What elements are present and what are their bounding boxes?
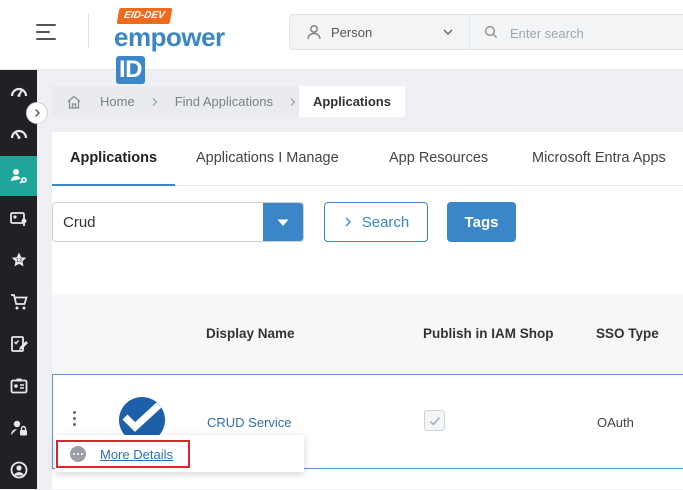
- rail-item-security[interactable]: [0, 408, 37, 448]
- rail-item-profile[interactable]: [0, 450, 37, 490]
- header-divider: [88, 14, 89, 48]
- logo-id-mark: ID: [116, 56, 145, 84]
- user-lock-icon: [10, 420, 27, 436]
- table-header: Display Name Publish in IAM Shop SSO Typ…: [52, 294, 683, 374]
- search-icon: [485, 26, 498, 39]
- breadcrumb: Home Find Applications Applications: [52, 86, 405, 117]
- row-action-menu: More Details: [55, 435, 304, 472]
- rail-item-tasks[interactable]: [0, 324, 37, 364]
- global-search: [469, 14, 683, 50]
- tab-app-resources[interactable]: App Resources: [389, 132, 488, 186]
- tab-applications[interactable]: Applications: [52, 132, 176, 186]
- chevron-right-icon: [35, 109, 40, 117]
- chevron-right-icon: [152, 97, 158, 106]
- dashboard-alt-icon: [10, 129, 27, 139]
- id-card-icon: [10, 378, 27, 394]
- dashboard-icon: [10, 87, 27, 97]
- tab-microsoft-entra-apps[interactable]: Microsoft Entra Apps: [532, 132, 666, 186]
- top-header: EID-DEV empowerID Person: [0, 0, 683, 84]
- home-icon[interactable]: [66, 94, 82, 110]
- chevron-right-icon: [345, 217, 351, 227]
- filter-dropdown-button[interactable]: [263, 203, 303, 241]
- caret-down-icon: [277, 219, 289, 226]
- row-actions-kebab-icon[interactable]: [73, 411, 77, 427]
- app-logo[interactable]: EID-DEV empowerID: [114, 8, 254, 84]
- checklist-edit-icon: [10, 336, 28, 352]
- person-select-value: Person: [331, 25, 373, 40]
- filter-combobox-input[interactable]: [63, 212, 253, 232]
- rail-item-access-keys[interactable]: [0, 198, 37, 238]
- left-nav-rail: 13: [0, 70, 37, 489]
- breadcrumb-current: Applications: [298, 86, 405, 117]
- user-circle-icon: [10, 461, 27, 479]
- publish-in-iam-shop-checkbox: [424, 410, 445, 431]
- rail-expand-button[interactable]: [26, 102, 48, 124]
- column-header-sso-type[interactable]: SSO Type: [596, 326, 659, 341]
- breadcrumb-find-applications[interactable]: Find Applications: [175, 94, 273, 109]
- filter-combobox: [52, 202, 304, 242]
- svg-text:13: 13: [16, 258, 22, 264]
- rail-item-favorites[interactable]: 13: [0, 240, 37, 280]
- star-badge-icon: 13: [11, 252, 26, 267]
- sso-type-value: OAuth: [597, 415, 634, 430]
- search-button-label: Search: [361, 213, 410, 231]
- rail-item-applications[interactable]: [0, 156, 37, 196]
- cart-icon: [10, 294, 28, 310]
- id-card-key-icon: [9, 212, 26, 226]
- chevron-down-icon: [443, 29, 453, 35]
- person-type-select[interactable]: Person: [289, 14, 469, 50]
- logo-text: empower: [114, 22, 225, 52]
- tab-applications-i-manage[interactable]: Applications I Manage: [196, 132, 339, 186]
- column-header-display-name[interactable]: Display Name: [206, 326, 295, 341]
- tab-bar: Applications Applications I Manage App R…: [52, 132, 683, 186]
- hamburger-menu-icon[interactable]: [36, 24, 58, 42]
- rail-item-shop[interactable]: [0, 282, 37, 322]
- menu-item-more-details[interactable]: More Details: [56, 440, 190, 468]
- more-dots-icon: [70, 446, 86, 462]
- user-connect-icon: [10, 169, 27, 184]
- more-details-link[interactable]: More Details: [100, 447, 173, 462]
- person-icon: [307, 25, 321, 40]
- search-button[interactable]: Search: [324, 202, 428, 242]
- chevron-right-icon: [290, 97, 296, 106]
- global-search-input[interactable]: [510, 23, 670, 43]
- column-header-publish-in-iam-shop[interactable]: Publish in IAM Shop: [423, 326, 554, 341]
- rail-item-identity[interactable]: [0, 366, 37, 406]
- breadcrumb-home[interactable]: Home: [100, 94, 135, 109]
- checkmark-icon: [429, 416, 440, 426]
- logo-wordmark: empower ID: [114, 22, 254, 84]
- tags-button[interactable]: Tags: [447, 202, 516, 242]
- app-display-name-link[interactable]: CRUD Service: [207, 415, 292, 430]
